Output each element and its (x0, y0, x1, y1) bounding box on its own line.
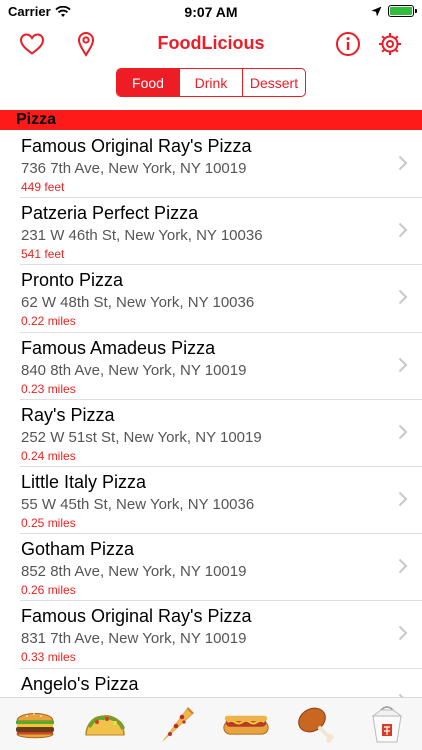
status-bar: Carrier 9:07 AM (0, 0, 422, 24)
chevron-right-icon (398, 424, 408, 439)
chevron-right-icon (398, 290, 408, 305)
place-row[interactable]: Ray's Pizza 252 W 51st St, New York, NY … (20, 400, 422, 467)
battery-icon (388, 5, 417, 17)
place-address: 55 W 45th St, New York, NY 10036 (21, 495, 255, 513)
hotdog-icon (223, 715, 269, 735)
settings-button[interactable] (376, 30, 404, 58)
place-row[interactable]: Gotham Pizza 852 8th Ave, New York, NY 1… (20, 534, 422, 602)
place-distance: 0.25 miles (21, 515, 76, 530)
places-list[interactable]: Famous Original Ray's Pizza 736 7th Ave,… (0, 131, 422, 697)
place-row[interactable]: Patzeria Perfect Pizza 231 W 46th St, Ne… (20, 198, 422, 266)
gear-icon (379, 33, 401, 55)
info-icon (336, 32, 360, 56)
place-name: Famous Original Ray's Pizza (21, 606, 252, 627)
place-name: Pronto Pizza (21, 270, 124, 291)
status-right (371, 5, 417, 17)
segment-food[interactable]: Food (117, 69, 180, 96)
chicken-leg-icon (298, 707, 335, 743)
place-distance: 449 feet (21, 180, 65, 194)
tab-pizza[interactable] (152, 702, 200, 746)
tab-taco[interactable] (81, 702, 129, 746)
chevron-right-icon (398, 357, 408, 372)
navigation-bar: FoodLicious (0, 24, 422, 64)
place-address: 231 W 46th St, New York, NY 10036 (21, 227, 263, 245)
place-name: Patzeria Perfect Pizza (21, 203, 199, 224)
chevron-right-icon (398, 626, 408, 641)
place-distance: 0.22 miles (21, 314, 76, 329)
status-time: 9:07 AM (184, 4, 238, 20)
tab-burger[interactable] (11, 702, 59, 746)
place-distance: 0.24 miles (21, 448, 76, 463)
place-address: 831 7th Ave, New York, NY 10019 (21, 630, 247, 648)
category-segmented-control: Food Drink Dessert (116, 68, 306, 97)
location-arrow-icon (371, 6, 382, 16)
place-name: Ray's Pizza (21, 404, 115, 425)
section-title: Pizza (16, 111, 57, 128)
segment-dessert[interactable]: Dessert (243, 69, 305, 96)
place-distance: 0.26 miles (21, 583, 76, 598)
place-address: 736 7th Ave, New York, NY 10019 (21, 160, 247, 177)
place-address: 852 8th Ave, New York, NY 10019 (21, 563, 247, 581)
place-name: Famous Amadeus Pizza (21, 337, 216, 358)
place-name: Little Italy Pizza (21, 471, 147, 492)
chevron-right-icon (398, 222, 408, 238)
place-address: 840 8th Ave, New York, NY 10019 (21, 361, 247, 379)
taco-icon (85, 715, 126, 736)
place-address: 62 W 48th St, New York, NY 10036 (21, 294, 255, 312)
place-name: Angelo's Pizza (21, 673, 139, 694)
place-distance: 0.33 miles (21, 650, 76, 665)
place-row[interactable]: Little Italy Pizza 55 W 45th St, New Yor… (20, 467, 422, 535)
place-row[interactable]: Famous Original Ray's Pizza 831 7th Ave,… (20, 601, 422, 669)
pizza-slice-icon (161, 707, 194, 742)
info-button[interactable] (334, 30, 362, 58)
burger-icon (16, 713, 55, 739)
tab-takeout[interactable] (363, 702, 411, 746)
chevron-right-icon (398, 558, 408, 574)
place-name: Famous Original Ray's Pizza (21, 136, 252, 156)
tab-chicken[interactable] (292, 702, 340, 746)
takeout-box-icon (371, 706, 403, 743)
place-row[interactable]: Famous Original Ray's Pizza 736 7th Ave,… (20, 131, 422, 199)
tab-hotdog[interactable] (222, 702, 270, 746)
chevron-right-icon (398, 491, 408, 507)
place-row[interactable]: Pronto Pizza 62 W 48th St, New York, NY … (20, 265, 422, 333)
place-name: Gotham Pizza (21, 539, 135, 560)
place-row[interactable]: Famous Amadeus Pizza 840 8th Ave, New Yo… (20, 333, 422, 400)
segment-drink[interactable]: Drink (180, 69, 243, 96)
chevron-right-icon (398, 155, 408, 171)
section-header: Pizza (0, 110, 422, 130)
place-distance: 0.23 miles (21, 381, 76, 396)
place-row[interactable]: Angelo's Pizza (20, 669, 422, 697)
place-distance: 541 feet (21, 247, 65, 262)
food-category-tabbar (0, 697, 422, 750)
place-address: 252 W 51st St, New York, NY 10019 (21, 428, 262, 446)
